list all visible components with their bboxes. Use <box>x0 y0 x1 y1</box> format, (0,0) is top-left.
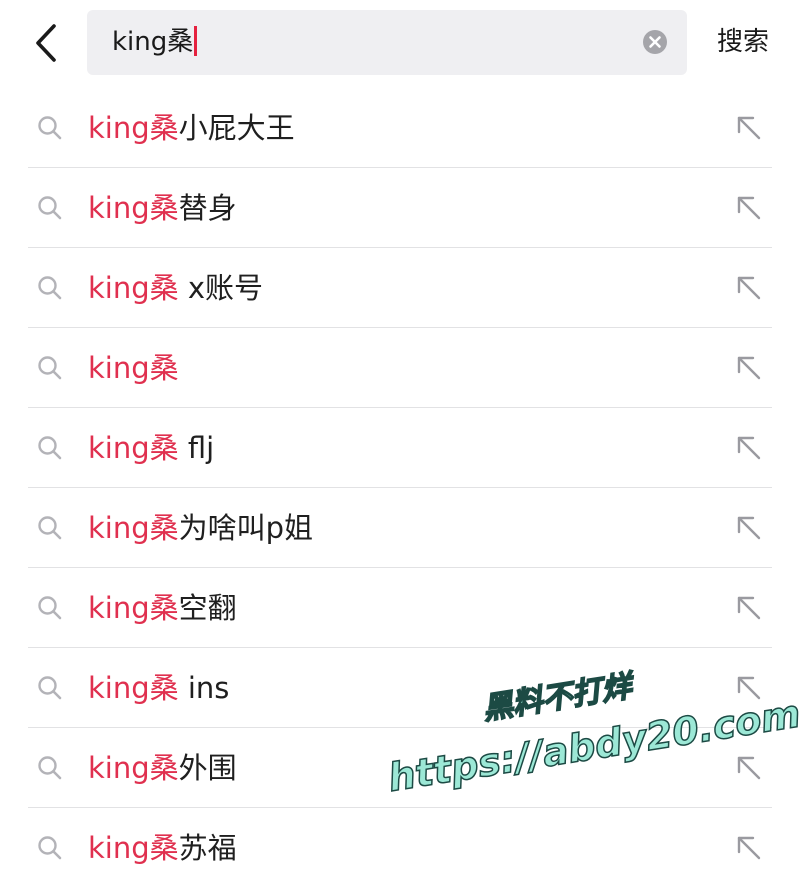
search-icon <box>37 835 63 861</box>
suggestion-item[interactable]: king桑外围 <box>0 728 800 808</box>
suggestion-match-prefix: king桑 <box>88 271 179 305</box>
fill-query-button[interactable] <box>734 353 764 383</box>
suggestion-rest: x账号 <box>178 271 264 305</box>
top-bar: king桑 搜索 <box>0 0 800 88</box>
fill-query-button[interactable] <box>734 273 764 303</box>
search-icon <box>37 435 63 461</box>
arrow-up-left-icon <box>737 676 761 700</box>
search-icon <box>37 355 63 381</box>
suggestion-match-prefix: king桑 <box>88 111 179 145</box>
search-icon <box>37 675 63 701</box>
suggestion-text: king桑 flj <box>88 428 214 468</box>
suggestion-text: king桑空翻 <box>88 588 237 628</box>
arrow-up-left-icon <box>737 116 761 140</box>
suggestion-text: king桑 ins <box>88 668 229 708</box>
suggestion-item[interactable]: king桑为啥叫p姐 <box>0 488 800 568</box>
search-submit-button[interactable]: 搜索 <box>717 26 769 58</box>
suggestion-item[interactable]: king桑替身 <box>0 168 800 248</box>
fill-query-button[interactable] <box>734 753 764 783</box>
suggestion-rest: 外围 <box>178 751 237 785</box>
suggestion-text: king桑小屁大王 <box>88 108 295 148</box>
fill-query-button[interactable] <box>734 433 764 463</box>
search-query-text: king桑 <box>112 26 198 58</box>
search-icon <box>37 275 63 301</box>
search-input[interactable]: king桑 <box>87 10 687 75</box>
suggestion-item[interactable]: king桑小屁大王 <box>0 88 800 168</box>
arrow-up-left-icon <box>737 596 761 620</box>
clear-circle-icon <box>643 30 667 54</box>
suggestion-match-prefix: king桑 <box>88 351 179 385</box>
suggestion-match-prefix: king桑 <box>88 191 179 225</box>
suggestion-item[interactable]: king桑 flj <box>0 408 800 488</box>
suggestion-text: king桑替身 <box>88 188 237 228</box>
suggestion-text: king桑外围 <box>88 748 237 788</box>
suggestion-match-prefix: king桑 <box>88 751 179 785</box>
search-query-value: king桑 <box>112 27 194 57</box>
suggestion-text: king桑苏福 <box>88 828 237 868</box>
search-icon <box>37 195 63 221</box>
suggestion-rest: 替身 <box>178 191 237 225</box>
suggestion-item[interactable]: king桑苏福 <box>0 808 800 888</box>
suggestion-rest: 小屁大王 <box>178 111 295 145</box>
fill-query-button[interactable] <box>734 833 764 863</box>
arrow-up-left-icon <box>737 276 761 300</box>
suggestion-rest: flj <box>178 431 215 465</box>
suggestion-rest: 空翻 <box>178 591 237 625</box>
suggestion-item[interactable]: king桑 ins <box>0 648 800 728</box>
suggestion-text: king桑为啥叫p姐 <box>88 508 313 548</box>
arrow-up-left-icon <box>737 836 761 860</box>
search-icon <box>37 115 63 141</box>
suggestion-match-prefix: king桑 <box>88 591 179 625</box>
suggestion-rest: 苏福 <box>178 831 237 865</box>
search-icon <box>37 595 63 621</box>
arrow-up-left-icon <box>737 196 761 220</box>
arrow-up-left-icon <box>737 436 761 460</box>
suggestion-match-prefix: king桑 <box>88 431 179 465</box>
fill-query-button[interactable] <box>734 113 764 143</box>
suggestion-rest: 为啥叫p姐 <box>178 511 314 545</box>
search-icon <box>37 515 63 541</box>
suggestion-match-prefix: king桑 <box>88 511 179 545</box>
search-icon <box>37 755 63 781</box>
arrow-up-left-icon <box>737 356 761 380</box>
fill-query-button[interactable] <box>734 593 764 623</box>
fill-query-button[interactable] <box>734 193 764 223</box>
suggestion-text: king桑 x账号 <box>88 268 263 308</box>
arrow-up-left-icon <box>737 516 761 540</box>
suggestion-item[interactable]: king桑 x账号 <box>0 248 800 328</box>
suggestion-rest: ins <box>178 671 230 705</box>
suggestion-item[interactable]: king桑 <box>0 328 800 408</box>
arrow-up-left-icon <box>737 756 761 780</box>
chevron-left-icon <box>36 24 56 62</box>
back-button[interactable] <box>30 22 66 64</box>
suggestion-match-prefix: king桑 <box>88 831 179 865</box>
fill-query-button[interactable] <box>734 673 764 703</box>
suggestion-match-prefix: king桑 <box>88 671 179 705</box>
suggestion-text: king桑 <box>88 348 179 388</box>
fill-query-button[interactable] <box>734 513 764 543</box>
suggestion-item[interactable]: king桑空翻 <box>0 568 800 648</box>
text-caret <box>194 26 198 56</box>
suggestion-list: king桑小屁大王 king桑替身 king桑 x账号 king桑 king桑 flj k… <box>0 88 800 888</box>
clear-button[interactable] <box>643 30 667 54</box>
